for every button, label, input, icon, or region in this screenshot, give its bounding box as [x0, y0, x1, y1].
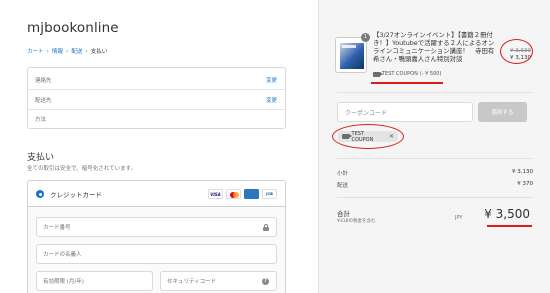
total-label: 合計 [337, 210, 350, 218]
help-icon[interactable]: ? [262, 278, 269, 285]
divider [337, 158, 533, 159]
payment-title: 支払い [27, 153, 55, 163]
credit-card-option[interactable]: クレジットカード VISA JCB [28, 181, 285, 207]
expiry-input[interactable]: 有効期限 (月/年) [36, 271, 153, 291]
breadcrumb-separator: › [65, 47, 69, 55]
contact-label: 連絡先 [35, 77, 52, 84]
breadcrumb-payment: 支払い [90, 49, 108, 55]
price-annotation-circle [500, 39, 533, 64]
ship-to-label: 配送先 [35, 97, 52, 104]
card-fields: カード番号 カードの名義人 有効期限 (月/年) セキュリティコード ? [28, 207, 285, 293]
tag-icon [373, 71, 383, 77]
subtotal-value: ¥ 3,130 [512, 169, 533, 175]
change-contact-link[interactable]: 変更 [266, 76, 277, 84]
card-brand-logos: VISA JCB [208, 189, 277, 199]
card-number-input[interactable]: カード番号 [36, 217, 277, 237]
discount-annotation-underline [371, 82, 443, 84]
apply-coupon-button[interactable]: 適用する [478, 102, 527, 122]
tax-note: ¥318の税金を含む [337, 219, 376, 224]
visa-logo: VISA [208, 189, 223, 199]
shipping-value: ¥ 370 [517, 181, 533, 187]
method-label: 方法 [35, 117, 47, 123]
store-name[interactable]: mjbookonline [27, 20, 119, 36]
breadcrumb-shipping[interactable]: 配送 [71, 47, 82, 55]
contact-row: 連絡先 変更 [28, 70, 285, 90]
breadcrumb-separator: › [85, 47, 88, 55]
expiry-placeholder: 有効期限 (月/年) [43, 279, 84, 285]
change-ship-to-link[interactable]: 変更 [266, 96, 277, 104]
line-discount: TEST COUPON (- ¥ 500) [373, 71, 441, 77]
ship-to-row: 配送先 変更 [28, 90, 285, 110]
divider [337, 92, 533, 93]
card-name-input[interactable]: カードの名義人 [36, 244, 277, 264]
product-thumbnail [335, 37, 367, 73]
security-code-placeholder: セキュリティコード [167, 279, 217, 285]
checkout-main-panel: mjbookonline カート › 情報 › 配送 › 支払い 連絡先 変更 … [0, 0, 318, 293]
subtotal-label: 小計 [337, 171, 349, 177]
jcb-logo: JCB [262, 189, 277, 199]
line-discount-code: TEST COUPON [382, 71, 418, 77]
payment-subtitle: 全ての取引は安全で、暗号化されています。 [27, 166, 137, 172]
method-row: 方法 [28, 109, 285, 129]
coupon-code-input[interactable]: クーポンコード [337, 102, 473, 122]
line-discount-amount: (- ¥ 500) [419, 71, 442, 77]
subtotal-row: 小計 ¥ 3,130 [337, 169, 533, 177]
coupon-code-placeholder: クーポンコード [345, 109, 388, 117]
breadcrumb-separator: › [46, 47, 49, 55]
breadcrumb: カート › 情報 › 配送 › 支払い [27, 47, 108, 56]
lock-icon [263, 224, 269, 231]
coupon-annotation-circle [332, 124, 404, 149]
credit-card-label: クレジットカード [50, 191, 102, 199]
shipping-row: 配送 ¥ 370 [337, 181, 533, 189]
shipping-label: 配送 [337, 183, 349, 189]
credit-card-section: クレジットカード VISA JCB カード番号 カードの名義人 有効期限 (月/… [27, 180, 286, 293]
quantity-badge: 1 [361, 33, 370, 42]
card-number-placeholder: カード番号 [43, 225, 71, 231]
total-value: ¥ 3,500 [484, 207, 530, 221]
divider [337, 197, 533, 198]
breadcrumb-cart[interactable]: カート [27, 47, 44, 55]
product-title: 【3/27オンラインイベント】【書籍２冊付き！】Youtubeで活躍する２人によ… [373, 31, 495, 63]
currency-code: JPY [455, 215, 463, 221]
mastercard-logo [226, 189, 241, 199]
amex-logo [244, 189, 259, 199]
breadcrumb-information[interactable]: 情報 [52, 47, 63, 55]
security-code-input[interactable]: セキュリティコード ? [160, 271, 277, 291]
card-name-placeholder: カードの名義人 [43, 252, 82, 258]
total-annotation-underline [487, 225, 532, 227]
radio-selected-icon[interactable] [36, 190, 44, 198]
review-box: 連絡先 変更 配送先 変更 方法 [27, 67, 286, 129]
